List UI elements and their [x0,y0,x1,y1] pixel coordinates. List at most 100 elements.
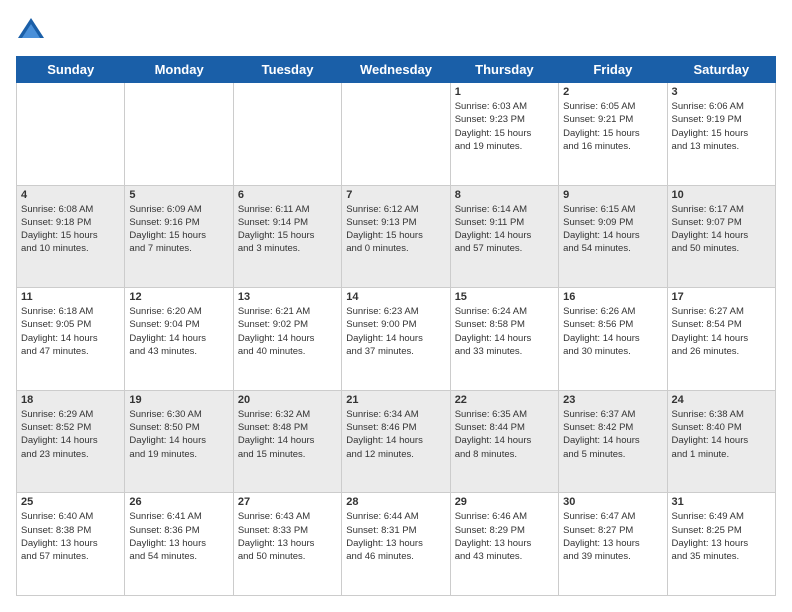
weekday-header-friday: Friday [559,57,667,83]
day-number: 22 [455,394,554,406]
weekday-header-sunday: Sunday [17,57,125,83]
day-number: 25 [21,496,120,508]
calendar-cell: 26Sunrise: 6:41 AMSunset: 8:36 PMDayligh… [125,493,233,596]
calendar-cell: 31 Sunrise: 6:49 AMSunset: 8:25 PMDayligh… [667,493,775,596]
day-info: Sunrise: 6:35 AMSunset: 8:44 PMDaylight:… [455,408,554,461]
header [16,16,776,46]
day-number: 13 [238,291,337,303]
calendar-cell: 10 Sunrise: 6:17 AMSunset: 9:07 PMDayligh… [667,185,775,288]
calendar-cell [17,83,125,186]
calendar-week-row-4: 18 Sunrise: 6:29 AMSunset: 8:52 PMDayligh… [17,390,776,493]
calendar-week-row-1: 1 Sunrise: 6:03 AMSunset: 9:23 PMDaylight… [17,83,776,186]
day-number: 11 [21,291,120,303]
day-number: 2 [563,86,662,98]
day-number: 8 [455,189,554,201]
day-info: Sunrise: 6:23 AMSunset: 9:00 PMDaylight:… [346,305,445,358]
calendar-cell: 4Sunrise: 6:08 AMSunset: 9:18 PMDaylight… [17,185,125,288]
day-number: 21 [346,394,445,406]
day-number: 4 [21,189,120,201]
calendar-cell: 22 Sunrise: 6:35 AMSunset: 8:44 PMDayligh… [450,390,558,493]
calendar-cell: 16 Sunrise: 6:26 AMSunset: 8:56 PMDayligh… [559,288,667,391]
calendar-cell: 3 Sunrise: 6:06 AMSunset: 9:19 PMDaylight… [667,83,775,186]
day-number: 3 [672,86,771,98]
calendar-cell: 20Sunrise: 6:32 AMSunset: 8:48 PMDayligh… [233,390,341,493]
day-info: Sunrise: 6:21 AMSunset: 9:02 PMDaylight:… [238,305,337,358]
calendar-cell [233,83,341,186]
day-number: 1 [455,86,554,98]
calendar: SundayMondayTuesdayWednesdayThursdayFrid… [16,56,776,596]
day-info: Sunrise: 6:03 AMSunset: 9:23 PMDaylight:… [455,100,554,153]
day-info: Sunrise: 6:44 AMSunset: 8:31 PMDaylight:… [346,510,445,563]
calendar-cell: 19 Sunrise: 6:30 AMSunset: 8:50 PMDayligh… [125,390,233,493]
day-number: 16 [563,291,662,303]
calendar-cell: 2 Sunrise: 6:05 AMSunset: 9:21 PMDaylight… [559,83,667,186]
calendar-cell: 14 Sunrise: 6:23 AMSunset: 9:00 PMDayligh… [342,288,450,391]
calendar-cell: 25 Sunrise: 6:40 AMSunset: 8:38 PMDayligh… [17,493,125,596]
day-number: 24 [672,394,771,406]
day-number: 7 [346,189,445,201]
calendar-cell: 21Sunrise: 6:34 AMSunset: 8:46 PMDayligh… [342,390,450,493]
day-info: Sunrise: 6:11 AMSunset: 9:14 PMDaylight:… [238,203,337,256]
calendar-cell: 11 Sunrise: 6:18 AMSunset: 9:05 PMDayligh… [17,288,125,391]
calendar-cell: 17 Sunrise: 6:27 AMSunset: 8:54 PMDayligh… [667,288,775,391]
weekday-header-row: SundayMondayTuesdayWednesdayThursdayFrid… [17,57,776,83]
day-info: Sunrise: 6:05 AMSunset: 9:21 PMDaylight:… [563,100,662,153]
calendar-week-row-3: 11 Sunrise: 6:18 AMSunset: 9:05 PMDayligh… [17,288,776,391]
day-info: Sunrise: 6:47 AMSunset: 8:27 PMDaylight:… [563,510,662,563]
day-info: Sunrise: 6:12 AMSunset: 9:13 PMDaylight:… [346,203,445,256]
day-info: Sunrise: 6:26 AMSunset: 8:56 PMDaylight:… [563,305,662,358]
day-info: Sunrise: 6:38 AMSunset: 8:40 PMDaylight:… [672,408,771,461]
logo [16,16,50,46]
day-number: 18 [21,394,120,406]
day-number: 12 [129,291,228,303]
day-info: Sunrise: 6:09 AMSunset: 9:16 PMDaylight:… [129,203,228,256]
day-info: Sunrise: 6:41 AMSunset: 8:36 PMDaylight:… [129,510,228,563]
day-number: 9 [563,189,662,201]
day-info: Sunrise: 6:20 AMSunset: 9:04 PMDaylight:… [129,305,228,358]
day-number: 27 [238,496,337,508]
calendar-cell: 5Sunrise: 6:09 AMSunset: 9:16 PMDaylight… [125,185,233,288]
day-info: Sunrise: 6:18 AMSunset: 9:05 PMDaylight:… [21,305,120,358]
day-info: Sunrise: 6:43 AMSunset: 8:33 PMDaylight:… [238,510,337,563]
calendar-cell: 30 Sunrise: 6:47 AMSunset: 8:27 PMDayligh… [559,493,667,596]
logo-icon [16,16,46,46]
calendar-cell [342,83,450,186]
day-number: 14 [346,291,445,303]
calendar-cell: 27 Sunrise: 6:43 AMSunset: 8:33 PMDayligh… [233,493,341,596]
weekday-header-monday: Monday [125,57,233,83]
day-number: 29 [455,496,554,508]
weekday-header-thursday: Thursday [450,57,558,83]
calendar-cell: 12 Sunrise: 6:20 AMSunset: 9:04 PMDayligh… [125,288,233,391]
day-number: 17 [672,291,771,303]
day-info: Sunrise: 6:17 AMSunset: 9:07 PMDaylight:… [672,203,771,256]
calendar-cell: 7 Sunrise: 6:12 AMSunset: 9:13 PMDaylight… [342,185,450,288]
day-info: Sunrise: 6:32 AMSunset: 8:48 PMDaylight:… [238,408,337,461]
day-info: Sunrise: 6:40 AMSunset: 8:38 PMDaylight:… [21,510,120,563]
calendar-cell: 9Sunrise: 6:15 AMSunset: 9:09 PMDaylight… [559,185,667,288]
day-info: Sunrise: 6:30 AMSunset: 8:50 PMDaylight:… [129,408,228,461]
calendar-cell: 23Sunrise: 6:37 AMSunset: 8:42 PMDayligh… [559,390,667,493]
day-number: 30 [563,496,662,508]
calendar-cell: 29 Sunrise: 6:46 AMSunset: 8:29 PMDayligh… [450,493,558,596]
day-info: Sunrise: 6:24 AMSunset: 8:58 PMDaylight:… [455,305,554,358]
day-info: Sunrise: 6:46 AMSunset: 8:29 PMDaylight:… [455,510,554,563]
day-info: Sunrise: 6:49 AMSunset: 8:25 PMDaylight:… [672,510,771,563]
weekday-header-tuesday: Tuesday [233,57,341,83]
day-info: Sunrise: 6:27 AMSunset: 8:54 PMDaylight:… [672,305,771,358]
calendar-cell [125,83,233,186]
day-number: 10 [672,189,771,201]
day-number: 31 [672,496,771,508]
calendar-cell: 18 Sunrise: 6:29 AMSunset: 8:52 PMDayligh… [17,390,125,493]
calendar-week-row-2: 4Sunrise: 6:08 AMSunset: 9:18 PMDaylight… [17,185,776,288]
page: SundayMondayTuesdayWednesdayThursdayFrid… [0,0,792,612]
day-info: Sunrise: 6:29 AMSunset: 8:52 PMDaylight:… [21,408,120,461]
calendar-cell: 1 Sunrise: 6:03 AMSunset: 9:23 PMDaylight… [450,83,558,186]
day-number: 28 [346,496,445,508]
day-info: Sunrise: 6:37 AMSunset: 8:42 PMDaylight:… [563,408,662,461]
calendar-cell: 28 Sunrise: 6:44 AMSunset: 8:31 PMDayligh… [342,493,450,596]
day-number: 19 [129,394,228,406]
calendar-week-row-5: 25 Sunrise: 6:40 AMSunset: 8:38 PMDayligh… [17,493,776,596]
calendar-cell: 24 Sunrise: 6:38 AMSunset: 8:40 PMDayligh… [667,390,775,493]
day-info: Sunrise: 6:14 AMSunset: 9:11 PMDaylight:… [455,203,554,256]
day-info: Sunrise: 6:06 AMSunset: 9:19 PMDaylight:… [672,100,771,153]
